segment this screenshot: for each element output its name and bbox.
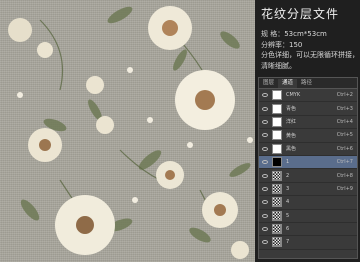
visibility-eye-icon[interactable]	[262, 146, 268, 151]
channel-shortcut: Ctrl+2	[336, 92, 353, 99]
channel-shortcut: Ctrl+4	[336, 118, 353, 125]
channel-row[interactable]: 黑色 Ctrl+6	[259, 143, 357, 156]
channel-name: 4	[286, 199, 290, 206]
panel-tabs: 图层 通道 路径	[259, 78, 357, 89]
info-quality: 清晰细腻。	[261, 61, 296, 70]
info-size: 规 格：53cm*53cm	[261, 30, 327, 38]
channel-row[interactable]: 7	[259, 236, 357, 250]
visibility-eye-icon[interactable]	[262, 200, 268, 205]
channel-name: 1	[286, 159, 290, 166]
channels-panel: 图层 通道 路径 CMYK Ctrl+2 青色 Ctrl+3 洋红 Ctrl+4 黄色…	[258, 77, 358, 259]
channel-thumbnail	[272, 170, 282, 181]
tab-channels[interactable]: 通道	[278, 79, 298, 88]
channel-shortcut: Ctrl+9	[336, 185, 353, 192]
channel-row[interactable]: 青色 Ctrl+3	[259, 102, 357, 116]
visibility-eye-icon[interactable]	[262, 160, 268, 165]
visibility-eye-icon[interactable]	[262, 240, 268, 245]
flower-pattern	[8, 6, 253, 259]
page-title: 花纹分层文件	[261, 7, 340, 21]
channel-shortcut: Ctrl+8	[336, 172, 353, 179]
channel-name: 6	[286, 226, 290, 233]
channel-name: 7	[286, 239, 290, 246]
file-info: 规 格：53cm*53cm 分辨率：150 分色详细，可以无限循环拼接， 清晰细…	[261, 29, 359, 71]
channel-name: 2	[286, 172, 290, 179]
channel-name: 青色	[286, 106, 297, 113]
channel-thumbnail	[272, 116, 282, 127]
tab-paths[interactable]: 路径	[297, 79, 316, 88]
channel-shortcut: Ctrl+3	[336, 105, 353, 112]
channel-thumbnail	[272, 183, 282, 194]
channel-name: 洋红	[286, 119, 297, 126]
channel-row[interactable]: 洋红 Ctrl+4	[259, 116, 357, 130]
channel-thumbnail	[272, 224, 282, 235]
channel-row[interactable]: CMYK Ctrl+2	[259, 89, 357, 103]
channel-thumbnail	[272, 143, 282, 154]
channel-thumbnail	[272, 237, 282, 248]
channel-row[interactable]: 黄色 Ctrl+5	[259, 129, 357, 143]
channel-thumbnail	[272, 90, 282, 101]
channel-row[interactable]: 3 Ctrl+9	[259, 183, 357, 197]
channel-thumbnail	[272, 197, 282, 208]
channel-name: 3	[286, 185, 290, 192]
info-resolution: 分辨率：150	[261, 40, 303, 49]
visibility-eye-icon[interactable]	[262, 227, 268, 232]
channel-thumbnail	[272, 130, 282, 141]
visibility-eye-icon[interactable]	[262, 133, 268, 138]
visibility-eye-icon[interactable]	[262, 173, 268, 178]
visibility-eye-icon[interactable]	[262, 93, 268, 98]
channel-row[interactable]: 4	[259, 196, 357, 210]
channel-row[interactable]: 6	[259, 223, 357, 237]
channel-name: 黑色	[286, 146, 297, 153]
visibility-eye-icon[interactable]	[262, 119, 268, 124]
channel-row[interactable]: 2 Ctrl+8	[259, 169, 357, 183]
channel-thumbnail	[272, 157, 282, 168]
channel-shortcut: Ctrl+5	[336, 132, 353, 139]
channel-name: 5	[286, 212, 290, 219]
channel-row[interactable]: 5	[259, 210, 357, 223]
channel-thumbnail	[272, 103, 282, 114]
tab-layers[interactable]: 图层	[259, 79, 278, 88]
channel-name: 黄色	[286, 132, 297, 139]
right-info-panel: 花纹分层文件 规 格：53cm*53cm 分辨率：150 分色详细，可以无限循环…	[255, 0, 360, 262]
info-detail: 分色详细，可以无限循环拼接，	[261, 51, 359, 59]
channel-name: CMYK	[286, 92, 301, 99]
channel-shortcut: Ctrl+7	[336, 159, 353, 166]
visibility-eye-icon[interactable]	[262, 106, 268, 111]
channel-shortcut: Ctrl+6	[336, 145, 353, 152]
channel-thumbnail	[272, 210, 282, 221]
visibility-eye-icon[interactable]	[262, 186, 268, 191]
channel-row-selected[interactable]: 1 Ctrl+7	[259, 155, 357, 170]
floral-pattern-image	[0, 0, 255, 262]
visibility-eye-icon[interactable]	[262, 213, 268, 218]
